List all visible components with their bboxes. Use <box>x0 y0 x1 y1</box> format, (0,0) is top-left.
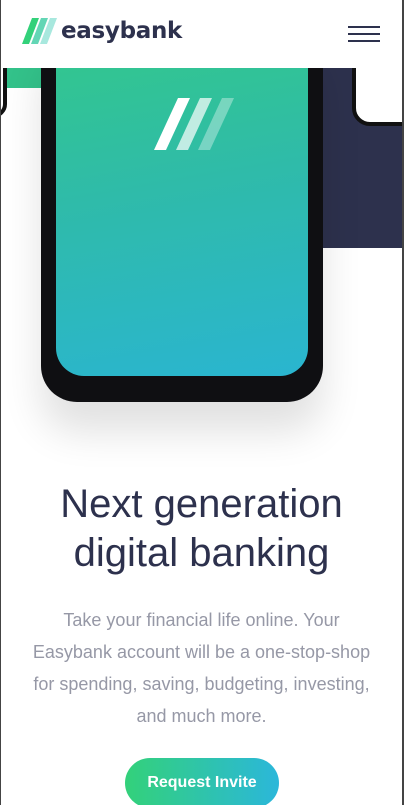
hamburger-icon-line <box>348 33 380 35</box>
hamburger-icon-line <box>348 26 380 28</box>
phone-screen <box>56 28 308 376</box>
hero-section <box>1 8 402 488</box>
hamburger-menu-button[interactable] <box>348 26 380 42</box>
easybank-logo-icon <box>154 98 234 150</box>
hero-headline: Next generation digital banking <box>60 482 343 575</box>
hero-subtext: Take your financial life online. Your Ea… <box>32 610 371 726</box>
phone-mockup-main <box>41 28 323 402</box>
hero-content: Next generation digital banking Take you… <box>1 480 402 732</box>
logo-text: easybank <box>61 18 183 44</box>
hamburger-icon-line <box>348 40 380 42</box>
easybank-logo-icon <box>22 18 57 44</box>
logo-link[interactable]: easybank <box>22 18 182 44</box>
site-header: easybank <box>1 0 402 68</box>
page: easybank Next generation digital banking… <box>0 0 404 805</box>
request-invite-button[interactable]: Request Invite <box>125 758 279 805</box>
